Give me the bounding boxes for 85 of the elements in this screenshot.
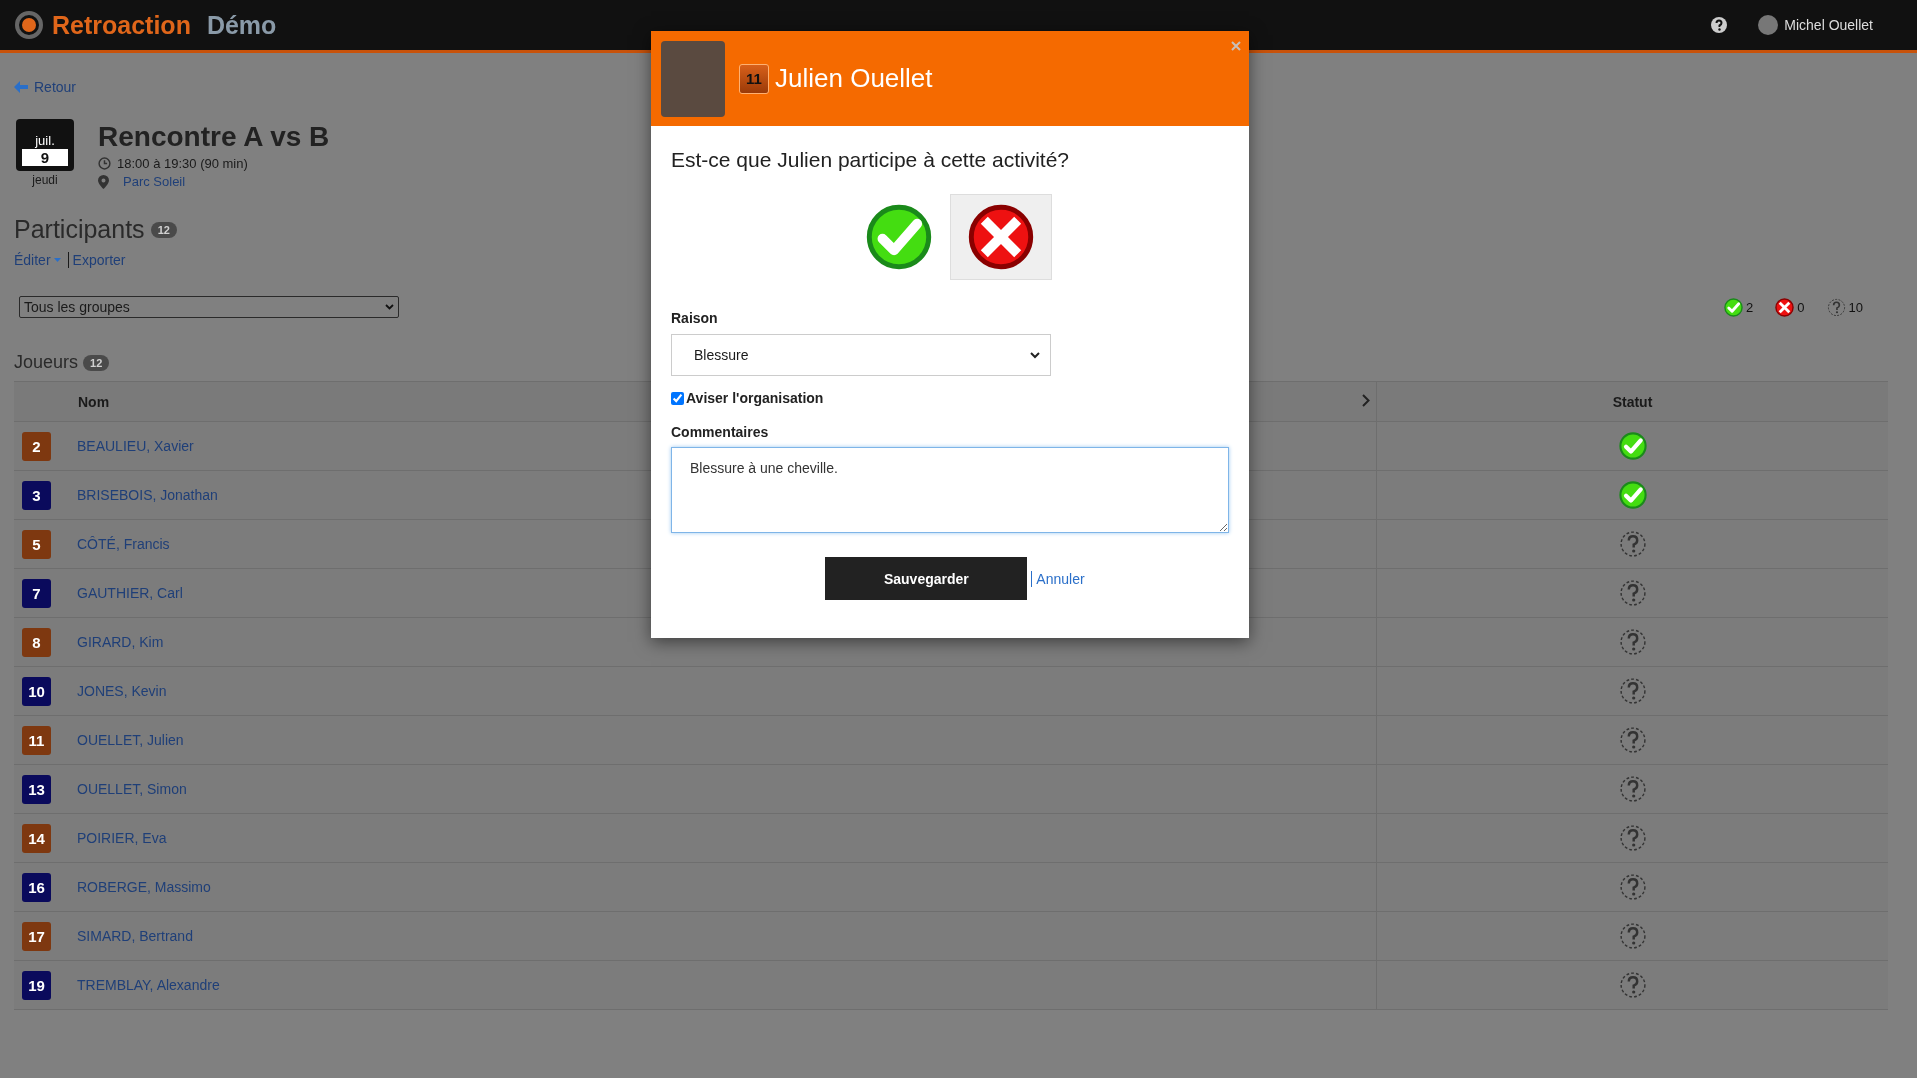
column-header: Statut: [1376, 381, 1888, 422]
chevron-icon: [1030, 351, 1040, 359]
status-count: 10: [1848, 299, 1863, 315]
field-label: Commentaires: [671, 424, 770, 440]
jersey-number: 13: [22, 774, 51, 804]
jersey-number: 17: [22, 921, 51, 951]
jersey-number: 14: [22, 823, 51, 853]
field-label: Raison: [671, 310, 719, 326]
question-icon: [1826, 297, 1846, 317]
event-month: juil.: [35, 133, 55, 148]
question-icon: [1618, 530, 1647, 558]
jersey-number: 16: [22, 872, 51, 902]
question-icon: [1618, 971, 1647, 999]
location-link[interactable]: Parc Soleil: [123, 174, 186, 189]
jersey-number: 5: [22, 529, 51, 559]
edit-dropdown[interactable]: Éditer: [14, 252, 61, 268]
player-link[interactable]: POIRIER, Eva: [77, 830, 167, 846]
question-icon: [1618, 677, 1647, 705]
cross-icon: [968, 204, 1034, 270]
back-link[interactable]: Retour: [14, 79, 77, 95]
jersey-number: 7: [22, 578, 51, 608]
player-link[interactable]: CÔTÉ, Francis: [77, 536, 170, 552]
check-icon: [1724, 297, 1744, 317]
dialog-title: Julien Ouellet: [775, 63, 933, 94]
notify-checkbox[interactable]: [671, 391, 684, 405]
question-icon: [1618, 726, 1647, 754]
absent-button[interactable]: [950, 194, 1052, 280]
check-icon: [1618, 481, 1647, 509]
caret-icon: [53, 258, 61, 262]
player-link[interactable]: GAUTHIER, Carl: [77, 585, 183, 601]
jersey-number: 2: [22, 431, 51, 461]
status-count: 2: [1746, 299, 1754, 315]
jersey-number: 11: [22, 725, 51, 755]
close-icon: [1231, 41, 1241, 51]
player-link[interactable]: JONES, Kevin: [77, 683, 167, 699]
participants-count: 12: [150, 221, 177, 238]
player-link[interactable]: BEAULIEU, Xavier: [77, 438, 194, 454]
event-title: Rencontre A vs B: [98, 121, 330, 153]
event-time: 18:00 à 19:30 (90 min): [117, 156, 248, 171]
user-avatar[interactable]: [1758, 15, 1779, 35]
jersey-number: 11: [739, 63, 769, 94]
question-icon: [1618, 579, 1647, 607]
jersey-number: 3: [22, 480, 51, 510]
player-link[interactable]: OUELLET, Simon: [77, 781, 187, 797]
event-day: 9: [22, 149, 68, 166]
question-icon: [1618, 922, 1647, 950]
user-name[interactable]: Michel Ouellet: [1784, 17, 1873, 33]
map-pin-icon: [98, 174, 109, 189]
jersey-number: 8: [22, 627, 51, 657]
jersey-number: 10: [22, 676, 51, 706]
jersey-number: 19: [22, 970, 51, 1000]
player-link[interactable]: GIRARD, Kim: [77, 634, 164, 650]
cross-icon: [1775, 297, 1795, 317]
checkbox-label: Aviser l'organisation: [686, 390, 824, 406]
dialog-question: Est-ce que Julien participe à cette activité?: [671, 148, 1071, 172]
participants-title: Participants: [14, 215, 145, 244]
edition-label: Démo: [206, 10, 277, 40]
group-select[interactable]: Tous les groupes: [19, 296, 399, 318]
player-link[interactable]: OUELLET, Julien: [77, 732, 184, 748]
chevron-icon: [385, 304, 394, 310]
clock-icon: [98, 157, 111, 170]
players-count: 12: [83, 354, 110, 371]
app-logo[interactable]: Retroaction: [52, 10, 191, 40]
event-weekday: jeudi: [32, 173, 58, 187]
player-link[interactable]: BRISEBOIS, Jonathan: [77, 487, 218, 503]
reason-select[interactable]: Blessure: [671, 334, 1051, 376]
status-count: 0: [1797, 299, 1805, 315]
save-button[interactable]: Sauvegarder: [825, 557, 1028, 600]
help-icon[interactable]: [1710, 16, 1729, 34]
players-title: Joueurs: [14, 352, 79, 373]
comments-field[interactable]: Blessure à une cheville.: [671, 447, 1229, 533]
question-icon: [1618, 873, 1647, 901]
question-icon: [1618, 628, 1647, 656]
logo-icon: [14, 10, 44, 40]
question-icon: [1618, 824, 1647, 852]
cancel-link[interactable]: Annuler: [1031, 570, 1085, 587]
player-link[interactable]: TREMBLAY, Alexandre: [77, 977, 220, 993]
chevron-right-icon[interactable]: [1362, 393, 1370, 407]
check-icon: [1618, 432, 1647, 460]
player-link[interactable]: ROBERGE, Massimo: [77, 879, 211, 895]
question-icon: [1618, 775, 1647, 803]
player-link[interactable]: SIMARD, Bertrand: [77, 928, 193, 944]
arrow-left-icon: [14, 81, 28, 93]
check-icon: [866, 204, 932, 270]
export-link[interactable]: Exporter: [67, 252, 126, 268]
